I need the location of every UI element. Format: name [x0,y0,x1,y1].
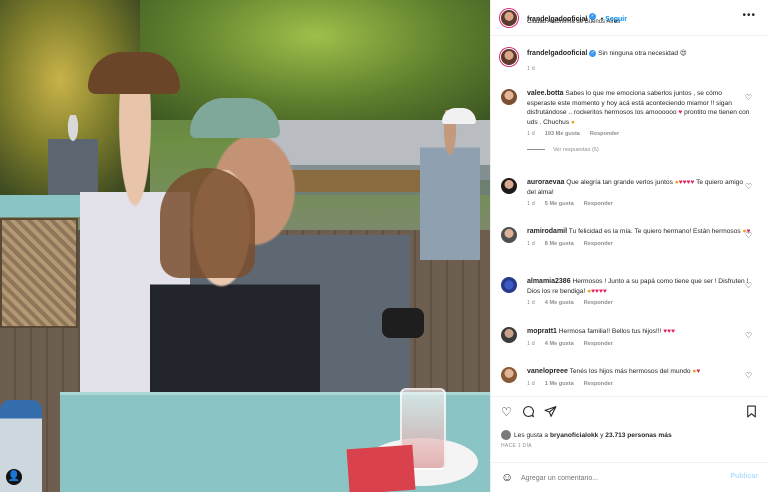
heart-emoji-icon: ♥ [678,109,683,116]
reply-button[interactable]: Responder [584,300,613,306]
photo-chair [0,218,78,328]
photo-girl-hair [160,168,255,278]
photo-watch [382,308,424,338]
comment-likes[interactable]: 1 Me gusta [545,381,574,387]
comment-likes[interactable]: 193 Me gusta [545,131,580,137]
view-replies-button[interactable]: Ver respuestas (5) [527,146,751,156]
comment-time: 1 d [527,340,535,347]
comment-icon[interactable] [522,405,535,421]
comment-likes[interactable]: 4 Me gusta [545,341,574,347]
comment-username[interactable]: vanelopreee [527,368,568,375]
reply-button[interactable]: Responder [590,131,619,137]
reply-button[interactable]: Responder [584,201,613,207]
hearts-emoji-icon: ♥♥♥♥ [591,287,607,295]
comment-text: Hermosa familia!! Bellos tus hijos!!! [558,328,662,335]
comment-username[interactable]: valee.botta [527,90,564,97]
post-time-ago[interactable]: HACE 1 DÍA [501,443,532,449]
heart-icon[interactable]: ♡ [501,405,512,419]
commenter-avatar[interactable] [501,178,517,194]
photo-boy-hair [88,52,180,94]
comment-like-icon[interactable]: ♡ [745,93,752,102]
comments-list[interactable]: frandelgadooficial ✓ Sin ninguna otra nec… [491,37,767,395]
post-photo[interactable]: 👤 [0,0,490,492]
caption-time: 1 d [527,65,535,72]
emoji-icon: ● [571,118,575,126]
hearts-emoji-icon: ♥♥♥ [663,328,675,335]
hearts-emoji-icon: ♥♥♥♥ [678,179,695,186]
commenter-avatar[interactable] [501,89,517,105]
user-tag-icon[interactable]: 👤 [6,469,22,485]
photo-background-hat [442,108,476,124]
likes-count[interactable]: 23.713 personas más [605,432,671,439]
caption-avatar[interactable] [501,49,517,65]
comment-username[interactable]: almamia2386 [527,278,571,285]
emoji-icon[interactable]: ☺ [501,470,513,484]
reply-button[interactable]: Responder [584,381,613,387]
author-avatar[interactable] [501,10,517,26]
photo-background-man [420,110,480,260]
comment-text: Tu felicidad es la mía. Te quiero herman… [568,228,741,235]
share-icon[interactable] [544,405,557,421]
comment-input[interactable] [521,471,701,485]
commenter-avatar[interactable] [501,327,517,343]
reply-button[interactable]: Responder [584,241,613,247]
caption-username[interactable]: frandelgadooficial [527,50,587,57]
comment-time: 1 d [527,240,535,247]
add-comment-bar: ☺ Publicar [491,462,767,492]
comment-text: Tenés los hijos más hermosos del mundo [569,368,691,375]
comment-time: 1 d [527,380,535,387]
post-actions: ♡ Les gusta a bryanoficialokk y 23.713 p… [491,396,767,456]
photo-cap [190,98,280,138]
comment-time: 1 d [527,300,535,306]
liker-username[interactable]: bryanoficialokk [550,432,598,439]
comment-username[interactable]: ramirodamil [527,228,567,235]
verified-icon: ✓ [589,49,597,57]
heart-emoji-icon: ♥ [696,368,701,375]
comment-time: 1 d [527,131,535,137]
caption-emoji: 😍 [679,49,687,57]
photo-table-left [0,195,90,217]
comment-username[interactable]: auroraevaa [527,179,564,186]
comment-likes[interactable]: 8 Me gusta [545,241,574,247]
bookmark-icon[interactable] [746,405,757,421]
post-comment-button[interactable]: Publicar [730,473,758,480]
caption-text: Sin ninguna otra necesidad [598,50,679,57]
comment-like-icon[interactable]: ♡ [745,371,752,380]
post-header: frandelgadooficial ✓ • Seguir Ciudad Autó… [491,0,767,36]
likes-summary[interactable]: Les gusta a bryanoficialokk y 23.713 per… [501,430,672,440]
comment-likes[interactable]: 4 Me gusta [545,300,574,306]
comment-like-icon[interactable]: ♡ [745,182,752,191]
comment-likes[interactable]: 5 Me gusta [545,201,574,207]
commenter-avatar[interactable] [501,367,517,383]
commenter-avatar[interactable] [501,227,517,243]
reply-button[interactable]: Responder [584,341,613,347]
post-location[interactable]: Ciudad Autónoma de Buenos Aires [527,19,620,25]
liker-avatar [501,430,511,440]
comment-time: 1 d [527,201,535,207]
comment-like-icon[interactable]: ♡ [745,281,752,290]
post-side-panel: frandelgadooficial ✓ • Seguir Ciudad Autó… [490,0,767,492]
photo-napkins [346,444,416,492]
comment-like-icon[interactable]: ♡ [745,231,752,240]
more-options-icon[interactable]: ••• [742,10,756,21]
comment-username[interactable]: mopratt1 [527,328,557,335]
comment-like-icon[interactable]: ♡ [745,331,752,340]
commenter-avatar[interactable] [501,277,517,293]
comment-text: Que alegría tan grande verlos juntos [566,179,673,186]
